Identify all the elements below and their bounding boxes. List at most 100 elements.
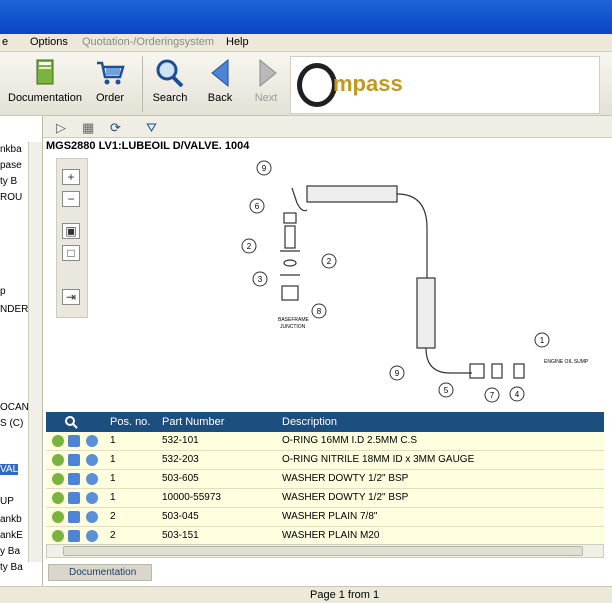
tree-item[interactable]: S (C): [0, 418, 23, 429]
callout-1: 1: [540, 336, 545, 345]
logo-text: mpass: [333, 71, 403, 96]
gear-icon[interactable]: [52, 492, 64, 504]
cell-pos: 1: [110, 435, 116, 446]
callout-9: 9: [262, 164, 267, 173]
parts-drawing: 9 6 2 2 3 8 1 9 5 7 4 BASEFRAME JUNCTION…: [241, 160, 589, 403]
callout-9b: 9: [395, 369, 400, 378]
col-pos[interactable]: Pos. no.: [110, 416, 150, 428]
tree-item[interactable]: ankb: [0, 514, 22, 525]
baseframe-label: BASEFRAME: [278, 317, 310, 323]
tab-documentation[interactable]: Documentation: [48, 564, 152, 581]
back-label: Back: [207, 92, 233, 104]
cart-icon[interactable]: [68, 492, 80, 504]
col-part[interactable]: Part Number: [162, 416, 224, 428]
back-button[interactable]: Back: [204, 58, 236, 104]
zoom-toolbar: + − ▣ □ ⇥: [56, 158, 88, 318]
tree-item[interactable]: ankE: [0, 530, 23, 541]
tree-item[interactable]: NDER: [0, 304, 28, 315]
cell-part: 503-605: [162, 473, 199, 484]
tree-scrollbar[interactable]: [28, 142, 42, 562]
gear-icon[interactable]: [52, 473, 64, 485]
callout-5: 5: [444, 386, 449, 395]
info-icon[interactable]: [86, 530, 98, 542]
page-indicator: Page 1 from 1: [310, 589, 380, 601]
filter-icon[interactable]: ⛛: [146, 120, 157, 136]
book-icon: [36, 59, 54, 85]
callout-3: 3: [258, 275, 263, 284]
tree-item[interactable]: UP: [0, 496, 14, 507]
parts-table: Pos. no. Part Number Description 1 532-10…: [46, 412, 604, 546]
tree-item[interactable]: ty B: [0, 176, 17, 187]
cell-part: 503-151: [162, 530, 199, 541]
breadcrumb: MGS2880 LV1:LUBEOIL D/VALVE. 1004: [46, 140, 250, 152]
cell-part: 532-203: [162, 454, 199, 465]
menu-options[interactable]: Options: [30, 36, 68, 48]
tree-item[interactable]: ty Ba: [0, 562, 23, 573]
info-icon[interactable]: [86, 511, 98, 523]
cart-icon[interactable]: [68, 454, 80, 466]
fit-page-button[interactable]: ▣: [62, 223, 80, 239]
horizontal-scrollbar[interactable]: [46, 544, 604, 558]
grid-view-icon[interactable]: ▦: [82, 120, 94, 136]
cell-pos: 1: [110, 492, 116, 503]
cell-pos: 1: [110, 473, 116, 484]
actual-size-button[interactable]: □: [62, 245, 80, 261]
cell-part: 10000-55973: [162, 492, 221, 503]
table-search-icon[interactable]: [64, 415, 78, 429]
cell-desc: WASHER DOWTY 1/2" BSP: [282, 473, 409, 484]
menu-help[interactable]: Help: [226, 36, 249, 48]
gear-icon[interactable]: [52, 435, 64, 447]
col-desc[interactable]: Description: [282, 416, 337, 428]
table-row[interactable]: 1 503-605 WASHER DOWTY 1/2" BSP: [46, 470, 604, 489]
tree-item[interactable]: pase: [0, 160, 22, 171]
status-bar: Page 1 from 1: [0, 586, 612, 603]
cart-icon[interactable]: [68, 511, 80, 523]
next-button[interactable]: Next: [252, 58, 280, 104]
cart-icon[interactable]: [68, 530, 80, 542]
tree-item[interactable]: y Ba: [0, 546, 20, 557]
table-row[interactable]: 1 10000-55973 WASHER DOWTY 1/2" BSP: [46, 489, 604, 508]
tree-item[interactable]: nkba: [0, 144, 22, 155]
refresh-icon[interactable]: ⟳: [110, 120, 121, 136]
tree-item[interactable]: OCAN: [0, 402, 29, 413]
export-button[interactable]: ⇥: [62, 289, 80, 305]
gear-icon[interactable]: [52, 530, 64, 542]
next-label: Next: [254, 92, 278, 104]
info-icon[interactable]: [86, 454, 98, 466]
cell-desc: WASHER PLAIN M20: [282, 530, 380, 541]
nav-next-icon[interactable]: ▷: [56, 120, 66, 136]
gear-icon[interactable]: [52, 454, 64, 466]
zoom-in-button[interactable]: +: [62, 169, 80, 185]
info-icon[interactable]: [86, 492, 98, 504]
table-row[interactable]: 1 532-203 O-RING NITRILE 18MM ID x 3MM GAU…: [46, 451, 604, 470]
menu-bar: e Options Quotation-/Orderingsystem Help: [0, 34, 612, 52]
callout-2a: 2: [247, 242, 252, 251]
cart-icon: [97, 61, 125, 85]
toolbar-separator: [142, 56, 143, 112]
menu-quotation[interactable]: Quotation-/Orderingsystem: [82, 36, 214, 48]
tree-item[interactable]: ROU: [0, 192, 22, 203]
documentation-button[interactable]: Documentation: [8, 58, 82, 104]
tree-item-selected[interactable]: VAL: [0, 464, 19, 475]
cell-pos: 2: [110, 530, 116, 541]
search-icon: [156, 59, 184, 88]
info-icon[interactable]: [86, 435, 98, 447]
menu-file[interactable]: e: [2, 36, 8, 48]
tree-item[interactable]: p: [0, 286, 6, 297]
logo-ring-icon: [297, 63, 337, 107]
cell-desc: WASHER PLAIN 7/8": [282, 511, 378, 522]
table-row[interactable]: 2 503-045 WASHER PLAIN 7/8": [46, 508, 604, 527]
table-row[interactable]: 1 532-101 O-RING 16MM I.D 2.5MM C.S: [46, 432, 604, 451]
gear-icon[interactable]: [52, 511, 64, 523]
cell-part: 503-045: [162, 511, 199, 522]
search-button[interactable]: Search: [152, 58, 188, 104]
order-button[interactable]: Order: [92, 58, 128, 104]
back-arrow-icon: [211, 58, 229, 88]
scroll-thumb[interactable]: [63, 546, 583, 556]
table-header: Pos. no. Part Number Description: [46, 412, 604, 432]
cart-icon[interactable]: [68, 435, 80, 447]
compass-logo: mpass: [290, 56, 600, 114]
cart-icon[interactable]: [68, 473, 80, 485]
info-icon[interactable]: [86, 473, 98, 485]
zoom-out-button[interactable]: −: [62, 191, 80, 207]
